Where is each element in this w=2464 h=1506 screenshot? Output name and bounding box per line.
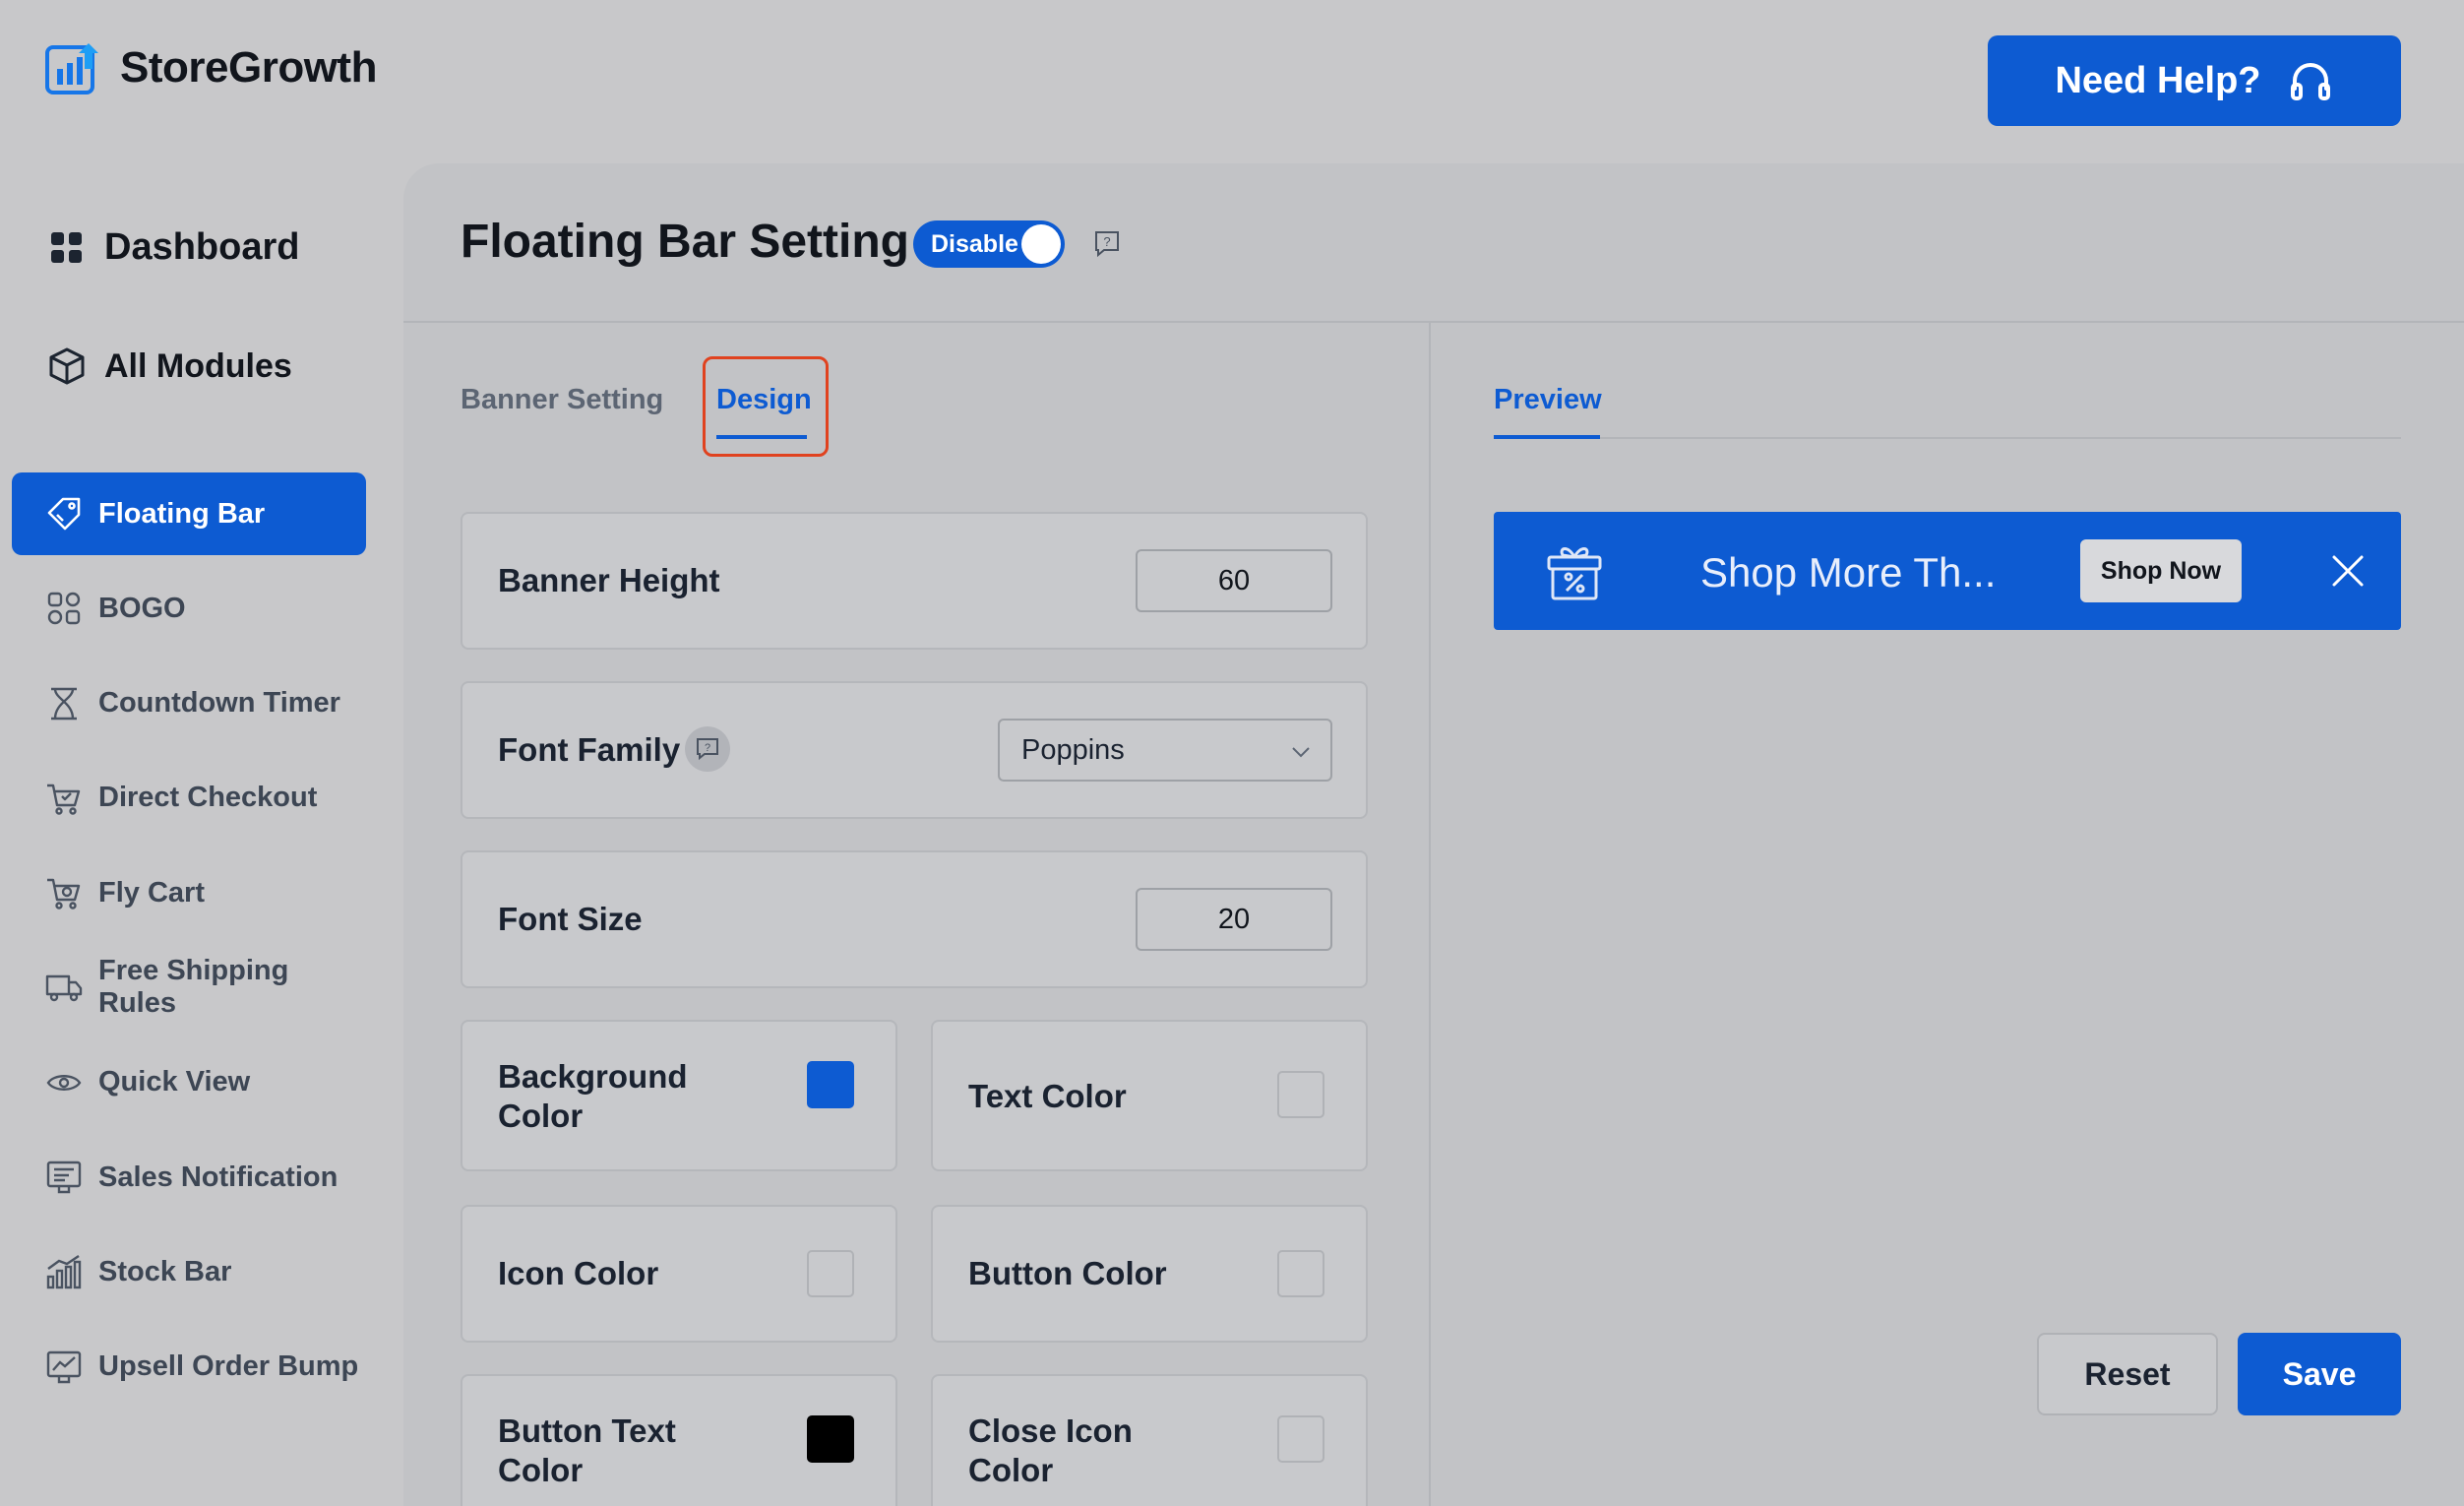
sidebar-item-label: Direct Checkout xyxy=(98,782,318,814)
background-color-label: Background Color xyxy=(498,1058,688,1134)
font-family-card: Font Family ? Poppins xyxy=(461,681,1368,819)
preview-divider xyxy=(1494,437,2401,439)
tag-icon xyxy=(47,497,81,531)
button-color-label: Button Color xyxy=(968,1255,1167,1291)
need-help-button[interactable]: Need Help? xyxy=(1988,35,2401,126)
cart-check-icon xyxy=(47,784,81,815)
sidebar-dashboard[interactable]: Dashboard xyxy=(47,226,299,269)
need-help-label: Need Help? xyxy=(2055,59,2261,101)
shop-now-button[interactable]: Shop Now xyxy=(2080,539,2242,602)
sidebar-item-direct-checkout[interactable]: Direct Checkout xyxy=(12,757,366,840)
tab-preview-underline xyxy=(1494,435,1600,439)
text-color-swatch[interactable] xyxy=(1277,1071,1324,1118)
module-toggle[interactable]: Disable xyxy=(913,220,1065,268)
sidebar-item-fly-cart[interactable]: Fly Cart xyxy=(12,851,366,934)
sidebar-dashboard-label: Dashboard xyxy=(104,226,300,268)
background-color-swatch[interactable] xyxy=(807,1061,854,1108)
sidebar-item-countdown-timer[interactable]: Countdown Timer xyxy=(12,662,366,745)
sidebar-item-label: Sales Notification xyxy=(98,1161,339,1193)
grid-icon xyxy=(51,231,82,263)
help-icon[interactable]: ? xyxy=(1092,228,1122,258)
sidebar-item-bogo[interactable]: BOGO xyxy=(12,567,366,650)
chevron-down-icon xyxy=(1292,747,1310,758)
tab-design-underline xyxy=(716,435,807,439)
button-color-card: Button Color xyxy=(931,1205,1368,1343)
tab-design[interactable]: Design xyxy=(716,384,812,416)
toggle-label: Disable xyxy=(931,229,1018,258)
trend-icon xyxy=(46,1350,82,1383)
sidebar-item-label: Countdown Timer xyxy=(98,687,340,720)
font-family-info[interactable]: ? xyxy=(685,726,730,772)
close-icon-color-card: Close Icon Color xyxy=(931,1374,1368,1506)
close-icon-color-label: Close Icon Color xyxy=(968,1412,1133,1488)
cube-icon xyxy=(49,347,85,385)
banner-preview-text: Shop More Th... xyxy=(1700,549,1997,596)
banner-height-card: Banner Height xyxy=(461,512,1368,650)
sidebar-all-modules[interactable]: All Modules xyxy=(47,346,292,386)
cart-icon xyxy=(47,878,81,910)
headphones-icon xyxy=(2290,63,2330,100)
close-icon[interactable] xyxy=(2328,551,2368,591)
sidebar-item-free-shipping-rules[interactable]: Free Shipping Rules xyxy=(12,946,366,1029)
text-color-label: Text Color xyxy=(968,1078,1127,1114)
font-family-value: Poppins xyxy=(1021,733,1125,766)
icon-color-label: Icon Color xyxy=(498,1255,659,1291)
button-text-color-label: Button Text Color xyxy=(498,1412,676,1488)
font-size-card: Font Size xyxy=(461,850,1368,988)
tab-banner-setting[interactable]: Banner Setting xyxy=(461,384,663,416)
truck-icon xyxy=(45,975,83,1002)
bogo-icon xyxy=(47,593,81,625)
sidebar-item-floating-bar[interactable]: Floating Bar xyxy=(12,472,366,555)
font-size-label: Font Size xyxy=(498,901,643,937)
notification-icon xyxy=(46,1161,82,1194)
reset-button[interactable]: Reset xyxy=(2037,1333,2218,1415)
font-family-label: Font Family xyxy=(498,731,681,768)
banner-height-label: Banner Height xyxy=(498,562,720,598)
logo[interactable]: StoreGrowth xyxy=(45,39,377,96)
sidebar-item-label: Upsell Order Bump xyxy=(98,1350,359,1383)
background-color-card: Background Color xyxy=(461,1020,897,1171)
hourglass-icon xyxy=(51,687,77,720)
button-text-color-card: Button Text Color xyxy=(461,1374,897,1506)
tab-preview[interactable]: Preview xyxy=(1494,384,1602,416)
sidebar-nav: Floating Bar BOGO Countdown Timer Direct… xyxy=(12,472,366,1420)
button-text-color-swatch[interactable] xyxy=(807,1415,854,1463)
save-button[interactable]: Save xyxy=(2238,1333,2401,1415)
sidebar-item-upsell-order-bump[interactable]: Upsell Order Bump xyxy=(12,1326,366,1409)
sidebar-item-label: BOGO xyxy=(98,592,186,624)
toggle-knob xyxy=(1021,224,1061,264)
banner-height-input[interactable] xyxy=(1136,549,1332,612)
floating-bar-preview: Shop More Th... Shop Now xyxy=(1494,512,2401,630)
page-title: Floating Bar Setting xyxy=(461,216,909,268)
svg-text:?: ? xyxy=(1103,234,1110,249)
icon-color-swatch[interactable] xyxy=(807,1250,854,1297)
sidebar-item-label: Fly Cart xyxy=(98,876,205,909)
eye-icon xyxy=(46,1074,82,1091)
storegrowth-logo-icon xyxy=(45,43,98,94)
sidebar-item-label: Floating Bar xyxy=(98,497,266,530)
sidebar-item-label: Stock Bar xyxy=(98,1255,232,1287)
button-color-swatch[interactable] xyxy=(1277,1250,1324,1297)
close-icon-color-swatch[interactable] xyxy=(1277,1415,1324,1463)
sidebar-item-quick-view[interactable]: Quick View xyxy=(12,1041,366,1124)
main-panel: Floating Bar Setting Disable ? Banner Se… xyxy=(403,163,2464,1506)
app: StoreGrowth Need Help? Dashboard All Mod… xyxy=(0,0,2464,1506)
icon-color-card: Icon Color xyxy=(461,1205,897,1343)
sidebar-all-modules-label: All Modules xyxy=(104,346,292,385)
column-divider xyxy=(1429,323,1431,1506)
sidebar-item-stock-bar[interactable]: Stock Bar xyxy=(12,1230,366,1313)
sidebar-item-label: Free Shipping Rules xyxy=(98,955,289,1020)
sidebar-item-sales-notification[interactable]: Sales Notification xyxy=(12,1136,366,1219)
brand-name: StoreGrowth xyxy=(120,43,377,92)
bar-chart-icon xyxy=(46,1255,82,1289)
sidebar-item-label: Quick View xyxy=(98,1066,251,1098)
text-color-card: Text Color xyxy=(931,1020,1368,1171)
font-size-input[interactable] xyxy=(1136,888,1332,951)
gift-icon xyxy=(1547,547,1602,600)
svg-text:?: ? xyxy=(705,742,710,754)
font-family-select[interactable]: Poppins xyxy=(998,719,1332,782)
info-icon: ? xyxy=(697,738,718,761)
page-header: Floating Bar Setting Disable ? xyxy=(403,163,2464,323)
